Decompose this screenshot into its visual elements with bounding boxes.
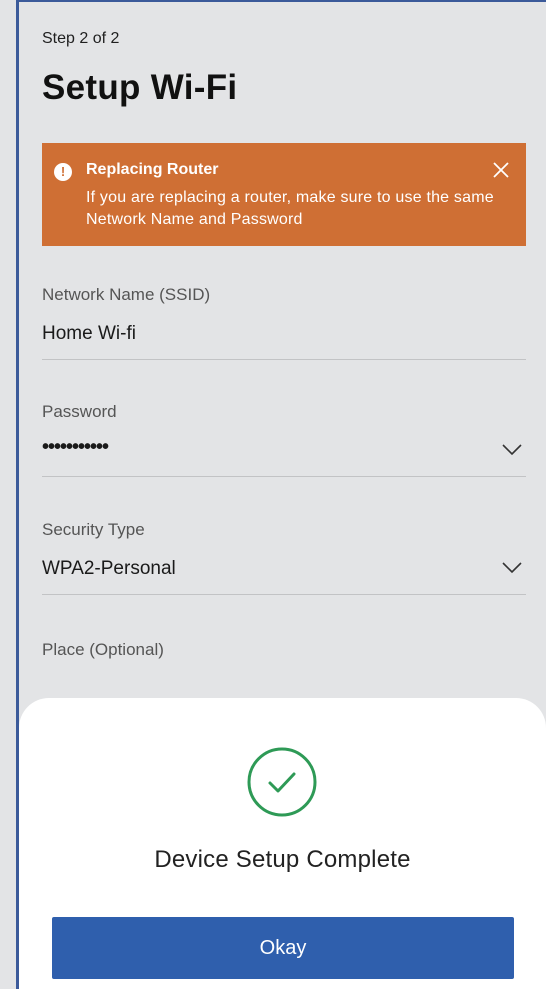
field-divider [42,359,526,360]
security-type-label: Security Type [42,520,145,539]
password-label: Password [42,402,117,421]
password-value[interactable]: ••••••••••• [42,436,109,459]
check-circle-icon [246,746,318,818]
replacing-router-banner: ! Replacing Router If you are replacing … [42,143,526,246]
step-indicator: Step 2 of 2 [42,30,120,47]
security-type-value[interactable]: WPA2-Personal [42,558,176,580]
field-divider [42,594,526,595]
page-title: Setup Wi-Fi [42,68,238,107]
chevron-down-icon[interactable] [502,442,522,456]
banner-message: If you are replacing a router, make sure… [86,189,494,228]
window-top-border [16,0,546,2]
okay-button[interactable]: Okay [52,917,514,979]
setup-complete-message: Device Setup Complete [154,846,411,873]
chevron-down-icon[interactable] [502,560,522,574]
network-name-value[interactable]: Home Wi-fi [42,323,136,345]
place-label: Place (Optional) [42,640,164,659]
setup-complete-dialog: Device Setup Complete Okay [19,698,546,989]
app-screen: Step 2 of 2 Setup Wi-Fi ! Replacing Rout… [0,0,546,989]
close-icon[interactable] [490,159,512,181]
banner-title: Replacing Router [86,161,219,178]
field-divider [42,476,526,477]
network-name-label: Network Name (SSID) [42,285,211,304]
exclamation-circle-icon: ! [54,163,72,181]
